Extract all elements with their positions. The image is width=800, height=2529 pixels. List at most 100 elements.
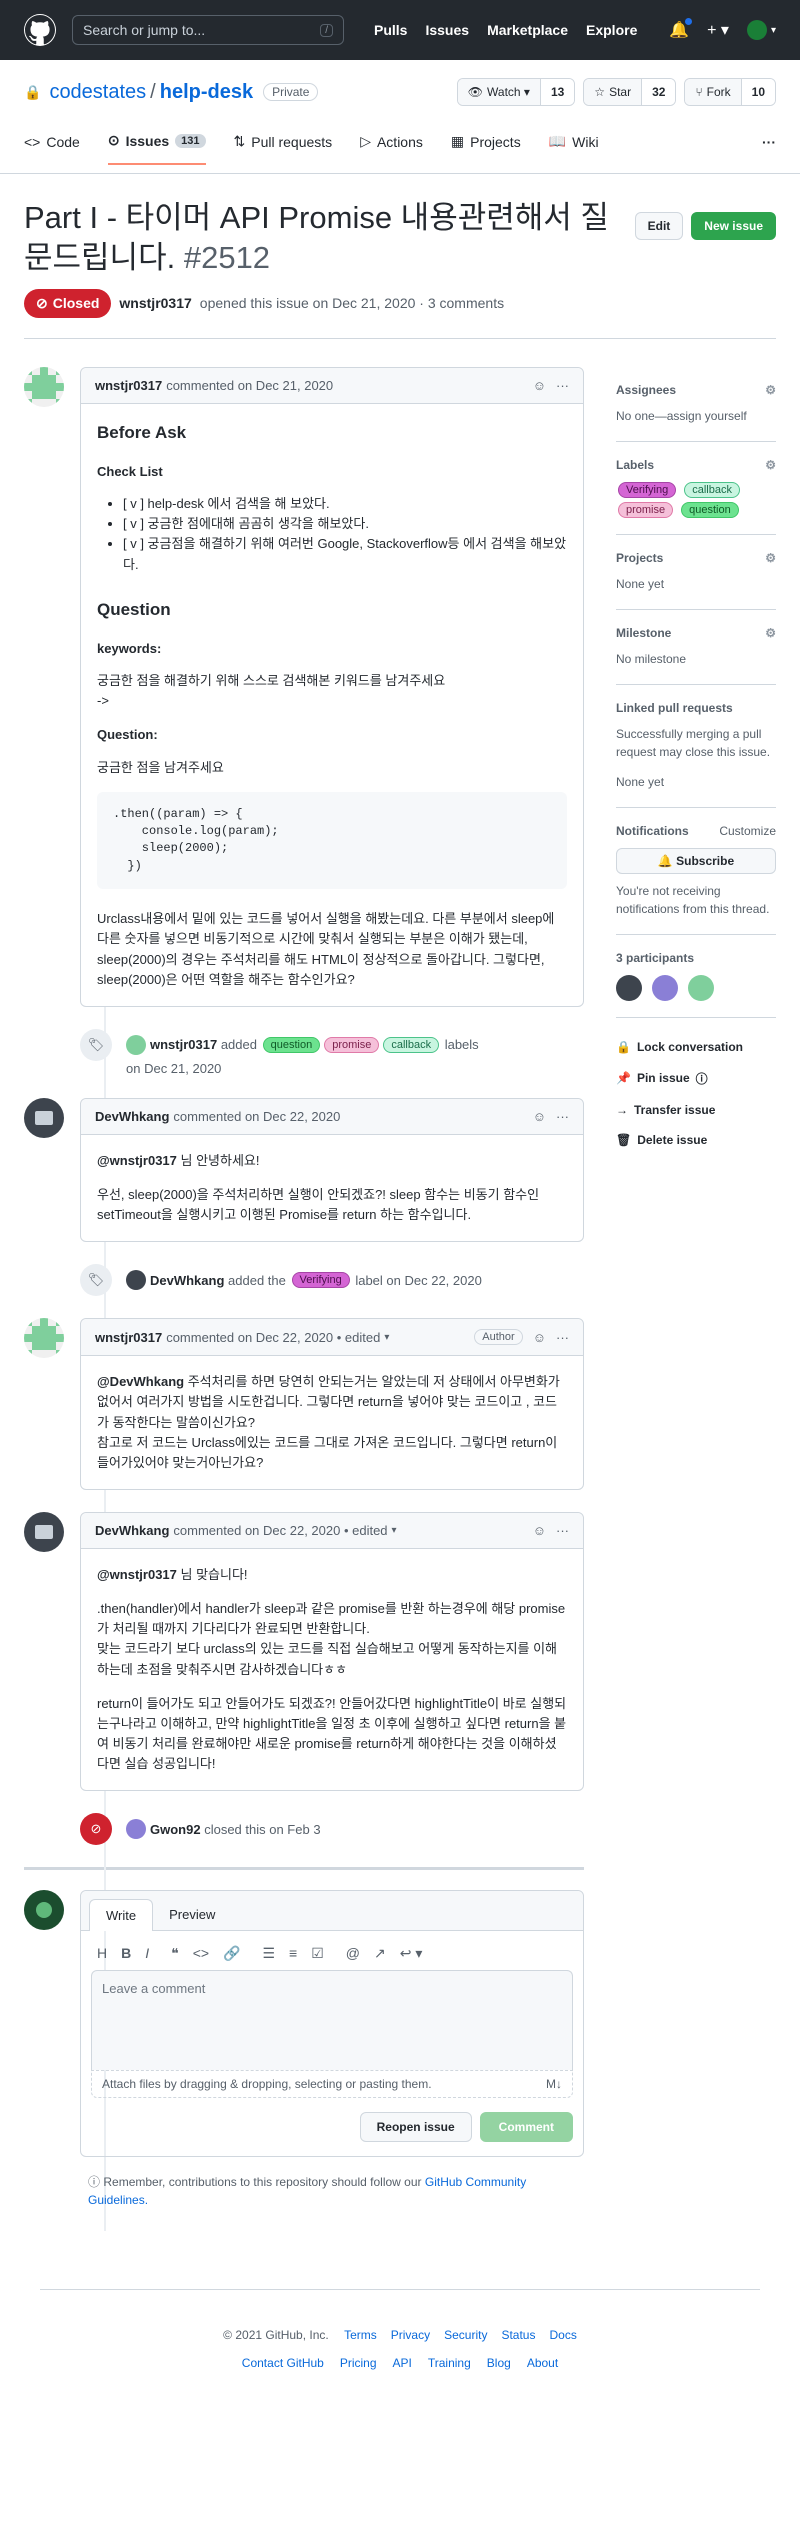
nav-pulls[interactable]: Pulls	[374, 22, 407, 38]
tab-pull-requests[interactable]: ⇅ Pull requests	[234, 132, 333, 165]
nav-issues[interactable]: Issues	[425, 22, 469, 38]
plus-icon[interactable]: + ▾	[707, 20, 729, 40]
avatar[interactable]	[24, 1318, 64, 1359]
footer-link-contact[interactable]: Contact GitHub	[242, 2356, 324, 2370]
cross-reference-icon[interactable]: ↗	[374, 1945, 386, 1962]
event-actor[interactable]: Gwon92	[150, 1822, 201, 1837]
new-issue-button[interactable]: New issue	[691, 212, 776, 240]
bell-icon[interactable]: 🔔	[669, 18, 693, 40]
markdown-icon[interactable]: M↓	[546, 2077, 562, 2091]
tab-projects[interactable]: ▦ Projects	[451, 132, 521, 165]
github-logo-icon[interactable]	[24, 14, 56, 46]
label-verifying[interactable]: Verifying	[618, 481, 677, 498]
label-callback[interactable]: callback	[684, 481, 740, 498]
kebab-icon[interactable]: ···	[556, 1109, 569, 1124]
kebab-icon[interactable]: ···	[556, 1523, 569, 1538]
tab-actions[interactable]: ▷ Actions	[360, 132, 423, 165]
gear-icon[interactable]: ⚙	[765, 458, 776, 472]
comment-author[interactable]: wnstjr0317	[95, 378, 162, 393]
fork-button[interactable]: ⑂ Fork 10	[684, 78, 776, 106]
attach-files-bar[interactable]: Attach files by dragging & dropping, sel…	[91, 2070, 573, 2099]
participant-avatar[interactable]	[616, 974, 642, 1001]
sidebar-title[interactable]: Projects	[616, 551, 663, 565]
comment-author[interactable]: wnstjr0317	[95, 1330, 162, 1345]
star-count[interactable]: 32	[641, 79, 676, 105]
assignees-text[interactable]: No one—assign yourself	[616, 407, 776, 425]
issue-author-link[interactable]: wnstjr0317	[119, 295, 191, 311]
search-input[interactable]: Search or jump to... /	[72, 15, 344, 45]
heading-icon[interactable]: H	[97, 1945, 107, 1962]
repo-name-link[interactable]: help-desk	[160, 81, 253, 104]
bold-icon[interactable]: B	[121, 1945, 131, 1962]
label-promise[interactable]: promise	[618, 501, 674, 518]
kebab-icon[interactable]: ···	[556, 378, 569, 393]
sidebar-title[interactable]: Assignees	[616, 383, 676, 397]
comment-author[interactable]: DevWhkang	[95, 1109, 169, 1124]
footer-link-training[interactable]: Training	[428, 2356, 471, 2370]
pin-issue-button[interactable]: 📌 Pin issue ⓘ	[616, 1062, 776, 1095]
star-button[interactable]: ☆ Star 32	[583, 78, 677, 106]
avatar[interactable]	[24, 1097, 64, 1138]
nav-explore[interactable]: Explore	[586, 22, 637, 38]
comment-meta[interactable]: commented on Dec 22, 2020 • edited	[173, 1523, 387, 1538]
reopen-issue-button[interactable]: Reopen issue	[359, 2112, 472, 2143]
comment-textarea[interactable]: Leave a comment	[91, 1970, 573, 2071]
smiley-icon[interactable]: ☺	[533, 1330, 546, 1345]
user-mention[interactable]: @wnstjr0317	[97, 1567, 177, 1582]
tab-issues[interactable]: ⊙ Issues 131	[107, 132, 206, 165]
label-promise[interactable]: promise	[324, 1036, 380, 1053]
mention-icon[interactable]: @	[346, 1945, 360, 1962]
footer-link-docs[interactable]: Docs	[549, 2328, 576, 2342]
footer-link-api[interactable]: API	[393, 2356, 412, 2370]
reply-icon[interactable]: ↩ ▾	[400, 1945, 423, 1962]
edit-title-button[interactable]: Edit	[634, 212, 684, 240]
kebab-icon[interactable]: ···	[556, 1330, 569, 1345]
comment-meta[interactable]: commented on Dec 22, 2020 • edited	[166, 1330, 380, 1345]
footer-link-security[interactable]: Security	[444, 2328, 487, 2342]
transfer-issue-button[interactable]: → Transfer issue	[616, 1095, 776, 1125]
smiley-icon[interactable]: ☺	[533, 378, 546, 393]
tab-write[interactable]: Write	[89, 1899, 154, 1932]
label-question[interactable]: question	[262, 1036, 321, 1053]
fork-count[interactable]: 10	[740, 79, 775, 105]
task-list-icon[interactable]: ☑	[311, 1945, 324, 1962]
unordered-list-icon[interactable]: ☰	[262, 1945, 275, 1962]
watch-button[interactable]: 👁 Watch ▾ 13	[456, 78, 576, 106]
footer-link-privacy[interactable]: Privacy	[391, 2328, 430, 2342]
tab-preview[interactable]: Preview	[153, 1899, 231, 1930]
lock-conversation-button[interactable]: 🔒 Lock conversation	[616, 1032, 776, 1062]
footer-link-about[interactable]: About	[527, 2356, 558, 2370]
label-verifying[interactable]: Verifying	[291, 1272, 350, 1289]
sidebar-title[interactable]: Milestone	[616, 626, 671, 640]
gear-icon[interactable]: ⚙	[765, 551, 776, 565]
delete-issue-button[interactable]: 🗑 Delete issue	[616, 1125, 776, 1155]
comment-button[interactable]: Comment	[479, 2112, 573, 2143]
avatar[interactable]	[24, 1890, 64, 1931]
subscribe-button[interactable]: 🔔 Subscribe	[616, 847, 776, 874]
italic-icon[interactable]: I	[145, 1945, 149, 1962]
avatar[interactable]	[24, 366, 64, 407]
footer-link-status[interactable]: Status	[501, 2328, 535, 2342]
footer-link-pricing[interactable]: Pricing	[340, 2356, 377, 2370]
customize-link[interactable]: Customize	[719, 824, 776, 838]
tab-wiki[interactable]: 📖 Wiki	[549, 132, 599, 165]
user-mention[interactable]: @DevWhkang	[97, 1374, 184, 1389]
participant-avatar[interactable]	[688, 974, 714, 1001]
label-question[interactable]: question	[681, 501, 739, 518]
chevron-down-icon[interactable]: ▾	[384, 1332, 389, 1343]
sidebar-title[interactable]: Labels	[616, 458, 654, 472]
quote-icon[interactable]: ❝	[171, 1945, 179, 1962]
gear-icon[interactable]: ⚙	[765, 626, 776, 640]
link-icon[interactable]: 🔗	[223, 1945, 240, 1962]
user-mention[interactable]: @wnstjr0317	[97, 1153, 177, 1168]
gear-icon[interactable]: ⚙	[765, 383, 776, 397]
code-icon[interactable]: <>	[193, 1945, 209, 1962]
tab-code[interactable]: <> Code	[24, 132, 80, 165]
nav-marketplace[interactable]: Marketplace	[487, 22, 568, 38]
repo-owner-link[interactable]: codestates	[49, 81, 146, 104]
footer-link-blog[interactable]: Blog	[487, 2356, 511, 2370]
more-tabs-button[interactable]: ···	[762, 132, 776, 165]
event-actor[interactable]: DevWhkang	[150, 1273, 224, 1288]
watch-count[interactable]: 13	[539, 79, 575, 105]
chevron-down-icon[interactable]: ▾	[392, 1525, 397, 1536]
